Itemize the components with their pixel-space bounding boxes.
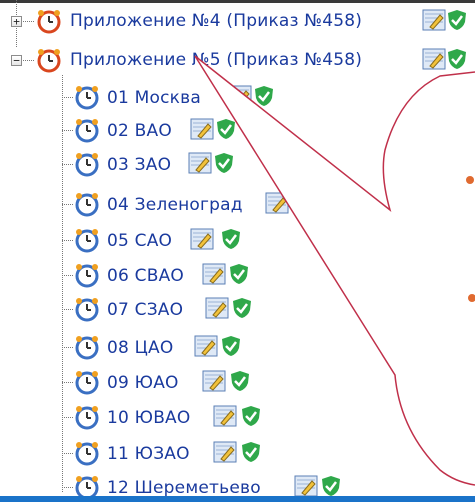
alarm-clock-blue-icon: [75, 371, 99, 395]
alarm-clock-blue-icon: [75, 153, 99, 177]
alarm-clock-red-icon: [37, 10, 61, 34]
tree-node-child[interactable]: 04 Зеленоград: [0, 191, 475, 221]
node-label[interactable]: Приложение №4 (Приказ №458): [70, 11, 362, 31]
top-edge: [0, 0, 475, 3]
shield-check-icon: [448, 10, 466, 30]
edit-pencil-icon[interactable]: [213, 405, 237, 427]
shield-check-icon: [217, 119, 235, 139]
shield-check-icon: [448, 49, 466, 69]
tree-node-child[interactable]: 05 САО: [0, 227, 475, 257]
tree-line: [62, 275, 74, 276]
tree-node-app4[interactable]: + Приложение №4 (Приказ №458): [0, 6, 475, 36]
tree-line: [62, 164, 74, 165]
tree-line: [62, 309, 74, 310]
edit-pencil-icon[interactable]: [213, 441, 237, 463]
edit-pencil-icon[interactable]: [265, 192, 289, 214]
node-label[interactable]: 10 ЮВАО: [107, 408, 190, 428]
node-label[interactable]: Приложение №5 (Приказ №458): [70, 50, 362, 70]
edit-pencil-icon[interactable]: [190, 228, 214, 250]
edit-pencil-icon[interactable]: [194, 335, 218, 357]
shield-check-icon: [242, 406, 260, 426]
shield-check-icon: [255, 86, 273, 106]
edit-pencil-icon[interactable]: [188, 152, 212, 174]
tree-node-child[interactable]: 01 Москва: [0, 84, 475, 114]
node-label[interactable]: 01 Москва: [107, 88, 201, 108]
tree-view: + Приложение №4 (Приказ №458) − Приложен…: [0, 0, 475, 502]
collapse-toggle[interactable]: −: [11, 55, 22, 66]
alarm-clock-blue-icon: [75, 86, 99, 110]
shield-check-icon: [233, 298, 251, 318]
node-label[interactable]: 07 СЗАО: [107, 300, 183, 320]
node-label[interactable]: 03 ЗАО: [107, 155, 171, 175]
tree-line: [62, 487, 74, 488]
alarm-clock-blue-icon: [75, 336, 99, 360]
node-label[interactable]: 06 СВАО: [107, 266, 184, 286]
tree-line: [62, 240, 74, 241]
node-label[interactable]: 12 Шереметьево: [107, 478, 261, 498]
tree-node-child[interactable]: 11 ЮЗАО: [0, 440, 475, 470]
tree-line: [62, 453, 74, 454]
tree-line: [23, 60, 35, 61]
edit-pencil-icon[interactable]: [422, 48, 446, 70]
shield-check-icon: [231, 371, 249, 391]
tree-node-child[interactable]: 08 ЦАО: [0, 334, 475, 364]
tree-line: [62, 347, 74, 348]
tree-line: [62, 382, 74, 383]
edit-pencil-icon[interactable]: [205, 297, 229, 319]
edit-pencil-icon[interactable]: [190, 118, 214, 140]
alarm-clock-blue-icon: [75, 229, 99, 253]
tree-line: [62, 130, 74, 131]
shield-check-icon: [322, 476, 340, 496]
tree-line: [62, 204, 74, 205]
node-label[interactable]: 05 САО: [107, 231, 172, 251]
shield-check-icon: [215, 153, 233, 173]
alarm-clock-blue-icon: [75, 298, 99, 322]
shield-check-icon: [242, 442, 260, 462]
tree-node-child[interactable]: 10 ЮВАО: [0, 404, 475, 434]
tree-line: [23, 21, 35, 22]
edit-pencil-icon[interactable]: [202, 263, 226, 285]
edit-pencil-icon[interactable]: [228, 85, 252, 107]
node-label[interactable]: 09 ЮАО: [107, 373, 179, 393]
alarm-clock-blue-icon: [75, 264, 99, 288]
node-label[interactable]: 11 ЮЗАО: [107, 444, 190, 464]
tree-node-child[interactable]: 09 ЮАО: [0, 369, 475, 399]
node-label[interactable]: 04 Зеленоград: [107, 195, 243, 215]
tree-line: [62, 417, 74, 418]
alarm-clock-red-icon: [37, 49, 61, 73]
node-label[interactable]: 02 ВАО: [107, 121, 172, 141]
tree-node-app5[interactable]: − Приложение №5 (Приказ №458): [0, 45, 475, 75]
edit-pencil-icon[interactable]: [294, 475, 318, 497]
tree-line: [62, 97, 74, 98]
alarm-clock-blue-icon: [75, 442, 99, 466]
tree-node-child[interactable]: 02 ВАО: [0, 117, 475, 147]
edit-pencil-icon[interactable]: [422, 9, 446, 31]
edit-pencil-icon[interactable]: [202, 370, 226, 392]
expand-toggle[interactable]: +: [11, 16, 22, 27]
shield-check-icon: [222, 336, 240, 356]
alarm-clock-blue-icon: [75, 119, 99, 143]
tree-node-child[interactable]: 07 СЗАО: [0, 296, 475, 326]
shield-check-icon: [222, 229, 240, 249]
node-label[interactable]: 08 ЦАО: [107, 338, 173, 358]
tree-node-child[interactable]: 03 ЗАО: [0, 151, 475, 181]
shield-check-icon: [230, 264, 248, 284]
tree-node-child[interactable]: 06 СВАО: [0, 262, 475, 292]
bottom-edge: [0, 496, 475, 502]
alarm-clock-blue-icon: [75, 193, 99, 217]
alarm-clock-blue-icon: [75, 406, 99, 430]
